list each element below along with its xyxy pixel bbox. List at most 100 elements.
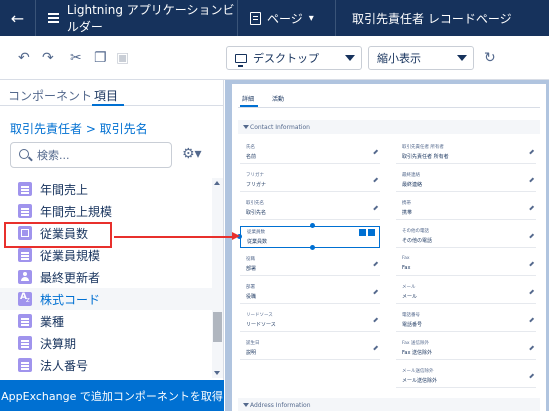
field-cell[interactable]: メール メール (396, 282, 536, 304)
field-value: 部署 (246, 266, 257, 272)
field-value: その他の電話 (402, 238, 433, 244)
field-value: 携帯 (402, 210, 413, 216)
user-field-icon (18, 270, 32, 284)
list-item[interactable]: 株式コード (0, 288, 212, 310)
refresh-icon[interactable]: ↻ (484, 50, 496, 66)
field-label: 法人番号 (40, 358, 89, 373)
pencil-icon (529, 177, 534, 183)
field-value: Fax 送信除外 (402, 350, 433, 356)
scrollbar-thumb[interactable] (213, 312, 222, 342)
pencil-icon (373, 345, 378, 351)
field-value: 取引先責任者 所有者 (402, 154, 449, 160)
text-field-icon (18, 292, 32, 306)
scroll-down-icon[interactable] (214, 371, 220, 375)
scroll-up-icon[interactable] (214, 181, 220, 185)
pencil-icon (373, 149, 378, 155)
pencil-icon (373, 177, 378, 183)
field-cell[interactable]: 誕生日 説明 (240, 338, 380, 360)
desktop-icon (235, 53, 247, 67)
field-cell[interactable]: 取引先名 取引先名 (240, 198, 380, 220)
field-list: 年間売上 年間売上規模 従業員数 従業員規模 最終更新者 株式コード 業種 決算… (0, 178, 212, 378)
back-button[interactable]: ← (0, 0, 36, 36)
field-cell[interactable]: Fax Fax (396, 254, 536, 276)
undo-icon[interactable]: ↶ (18, 50, 30, 66)
field-cell[interactable]: リードソース リードソース (240, 310, 380, 332)
search-icon (19, 149, 29, 159)
breadcrumb[interactable]: 取引先責任者 > 取引先名 (10, 120, 148, 137)
list-field-icon (18, 248, 32, 262)
field-value: リードソース (246, 322, 276, 328)
pages-label: ページ (267, 11, 303, 26)
field-label: 最終更新者 (40, 270, 101, 285)
field-value: 説明 (246, 350, 257, 356)
field-label: 年間売上 (40, 182, 89, 197)
field-cell[interactable]: メール送信除外 メール送信除外 (396, 366, 536, 388)
list-item[interactable]: 法人番号 (0, 354, 212, 376)
list-item[interactable]: 決算期 (0, 332, 212, 354)
field-value: 役職 (246, 294, 257, 300)
field-label: メール送信除外 (402, 369, 434, 374)
tab-activity[interactable]: 活動 (272, 94, 284, 103)
view-select[interactable]: 縮小表示 (368, 46, 474, 70)
pencil-icon (373, 205, 378, 211)
copy-icon[interactable]: ❐ (94, 50, 107, 66)
section-contact-information[interactable]: Contact Information (238, 120, 540, 134)
field-cell[interactable]: Fax 送信除外 Fax 送信除外 (396, 338, 536, 360)
field-label: 年間売上規模 (40, 204, 113, 219)
section-address-information[interactable]: Address Information (238, 398, 540, 411)
list-item[interactable]: 最終更新者 (0, 266, 212, 288)
search-placeholder: 検索... (37, 149, 70, 162)
field-cell[interactable]: 氏名 名前 (240, 142, 380, 164)
list-field-icon (18, 314, 32, 328)
list-item[interactable]: 年間売上規模 (0, 200, 212, 222)
field-label: 携帯 (402, 201, 411, 206)
tab-divider (238, 107, 540, 108)
delete-icon[interactable] (368, 229, 375, 236)
field-cell[interactable]: 部署 役職 (240, 282, 380, 304)
builder-toolbar: ↶ ↷ ✂ ❐ ▣ デスクトップ 縮小表示 ↻ (0, 36, 549, 80)
list-field-icon (18, 182, 32, 196)
field-cell[interactable]: 電話番号 電話番号 (396, 310, 536, 332)
pencil-icon (529, 149, 534, 155)
tab-details[interactable]: 詳細 (242, 94, 254, 103)
list-field-icon (18, 358, 32, 372)
appexchange-button[interactable]: AppExchange で追加コンポーネントを取得 (0, 380, 224, 411)
field-cell[interactable]: その他の電話 その他の電話 (396, 226, 536, 248)
field-cell[interactable]: 取引先責任者 所有者 取引先責任者 所有者 (396, 142, 536, 164)
scrollbar[interactable] (212, 178, 223, 378)
gear-icon[interactable]: ⚙▾ (182, 146, 202, 162)
field-cell[interactable]: 携帯 携帯 (396, 198, 536, 220)
field-label: 部署 (246, 285, 255, 290)
redo-icon[interactable]: ↷ (42, 50, 54, 66)
page-icon (250, 11, 261, 25)
device-select[interactable]: デスクトップ (226, 46, 362, 70)
field-value: 最終連絡 (402, 182, 423, 188)
section-title: Address Information (250, 401, 311, 409)
pencil-icon (373, 317, 378, 323)
pages-menu-button[interactable]: ページ ▾ (238, 0, 336, 36)
page-name: 取引先責任者 レコードページ (352, 11, 512, 26)
add-icon[interactable] (359, 229, 366, 236)
field-cell[interactable]: 役職 部署 (240, 254, 380, 276)
tab-components[interactable]: コンポーネント (8, 87, 92, 104)
field-value: フリガナ (246, 182, 267, 188)
app-title-area: Lightning アプリケーションビルダー (36, 0, 238, 36)
tab-fields[interactable]: 項目 (94, 87, 118, 104)
resize-handle[interactable] (310, 223, 315, 228)
field-cell[interactable]: フリガナ フリガナ (240, 170, 380, 192)
field-cell[interactable]: 最終連絡 最終連絡 (396, 170, 536, 192)
chevron-down-icon: ▾ (308, 12, 314, 24)
paste-icon[interactable]: ▣ (116, 50, 129, 66)
field-label: その他の電話 (402, 229, 429, 234)
field-label: 最終連絡 (402, 173, 420, 178)
list-item[interactable]: 業種 (0, 310, 212, 332)
cut-icon[interactable]: ✂ (70, 50, 82, 66)
pencil-icon (529, 233, 534, 239)
pencil-icon (529, 373, 534, 379)
search-input[interactable]: 検索... (10, 142, 172, 168)
resize-handle[interactable] (310, 245, 315, 250)
field-label: Fax (402, 256, 410, 261)
annotation-arrow (114, 236, 234, 238)
list-item[interactable]: 年間売上 (0, 178, 212, 200)
list-field-icon (18, 336, 32, 350)
